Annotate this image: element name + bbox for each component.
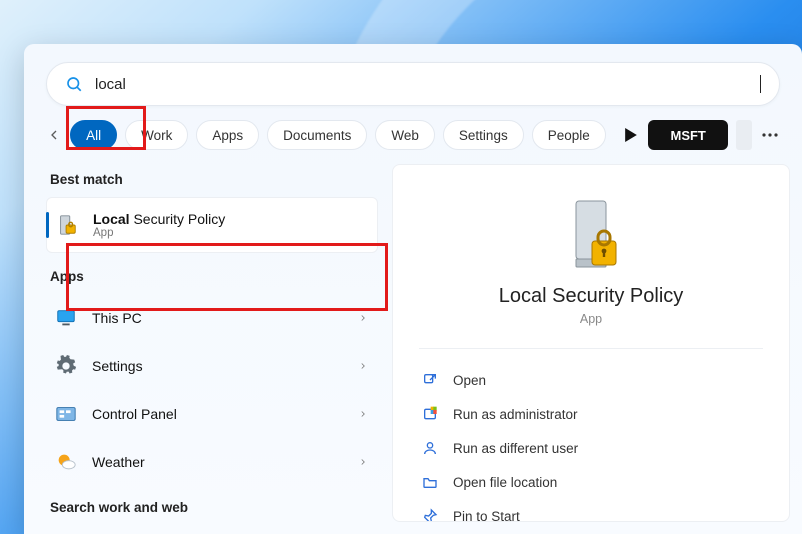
shield-icon — [421, 405, 439, 423]
app-result-weather[interactable]: Weather — [46, 438, 378, 486]
chevron-right-icon — [358, 311, 368, 325]
results-column: Best match Local Security Policy App App… — [46, 164, 378, 522]
action-open-file-location[interactable]: Open file location — [419, 465, 763, 499]
monitor-icon — [54, 306, 78, 330]
gear-icon — [54, 354, 78, 378]
app-result-settings[interactable]: Settings — [46, 342, 378, 390]
apps-header: Apps — [50, 269, 378, 284]
best-match-subtitle: App — [93, 227, 367, 239]
chevron-right-icon — [358, 407, 368, 421]
chevron-right-icon — [358, 455, 368, 469]
app-result-this-pc[interactable]: This PC — [46, 294, 378, 342]
pin-icon — [421, 507, 439, 522]
weather-icon — [54, 450, 78, 474]
filter-row: All Work Apps Documents Web Settings People MS… — [24, 106, 802, 150]
app-result-label: Weather — [92, 454, 344, 470]
search-work-web-header: Search work and web — [50, 500, 378, 515]
action-pin-to-start[interactable]: Pin to Start — [419, 499, 763, 522]
media-play-icon[interactable] — [622, 121, 641, 149]
filter-chip-work[interactable]: Work — [125, 120, 188, 150]
detail-title: Local Security Policy — [499, 285, 684, 308]
action-run-as-different-user[interactable]: Run as different user — [419, 431, 763, 465]
app-result-label: Settings — [92, 358, 344, 374]
user-icon — [421, 439, 439, 457]
action-label: Pin to Start — [453, 509, 520, 523]
open-icon — [421, 371, 439, 389]
app-result-control-panel[interactable]: Control Panel — [46, 390, 378, 438]
best-match-header: Best match — [50, 172, 378, 187]
best-match-result[interactable]: Local Security Policy App — [46, 197, 378, 253]
back-button[interactable] — [46, 123, 62, 147]
account-placeholder[interactable] — [736, 120, 752, 150]
filter-chip-all[interactable]: All — [70, 120, 117, 150]
msft-button[interactable]: MSFT — [648, 120, 727, 150]
detail-pane: Local Security Policy App Open Run as adm… — [392, 164, 790, 522]
best-match-title: Local Security Policy — [93, 211, 367, 227]
action-label: Run as administrator — [453, 407, 578, 422]
action-open[interactable]: Open — [419, 363, 763, 397]
text-cursor — [760, 75, 761, 93]
search-box[interactable] — [46, 62, 780, 106]
local-security-policy-icon — [55, 213, 79, 237]
action-label: Open file location — [453, 475, 557, 490]
app-result-label: Control Panel — [92, 406, 344, 422]
more-options-button[interactable] — [760, 120, 780, 150]
app-result-label: This PC — [92, 310, 344, 326]
filter-chip-documents[interactable]: Documents — [267, 120, 367, 150]
action-label: Run as different user — [453, 441, 578, 456]
action-run-as-administrator[interactable]: Run as administrator — [419, 397, 763, 431]
action-label: Open — [453, 373, 486, 388]
detail-app-icon — [559, 193, 623, 281]
search-icon — [65, 75, 83, 93]
filter-chip-web[interactable]: Web — [375, 120, 435, 150]
start-search-panel: All Work Apps Documents Web Settings People MS… — [24, 44, 802, 534]
filter-chip-apps[interactable]: Apps — [196, 120, 259, 150]
chevron-right-icon — [358, 359, 368, 373]
filter-chip-settings[interactable]: Settings — [443, 120, 524, 150]
filter-chip-people[interactable]: People — [532, 120, 606, 150]
folder-icon — [421, 473, 439, 491]
divider — [419, 348, 763, 349]
detail-subtitle: App — [580, 312, 602, 326]
search-input[interactable] — [95, 76, 761, 93]
panel-icon — [54, 402, 78, 426]
